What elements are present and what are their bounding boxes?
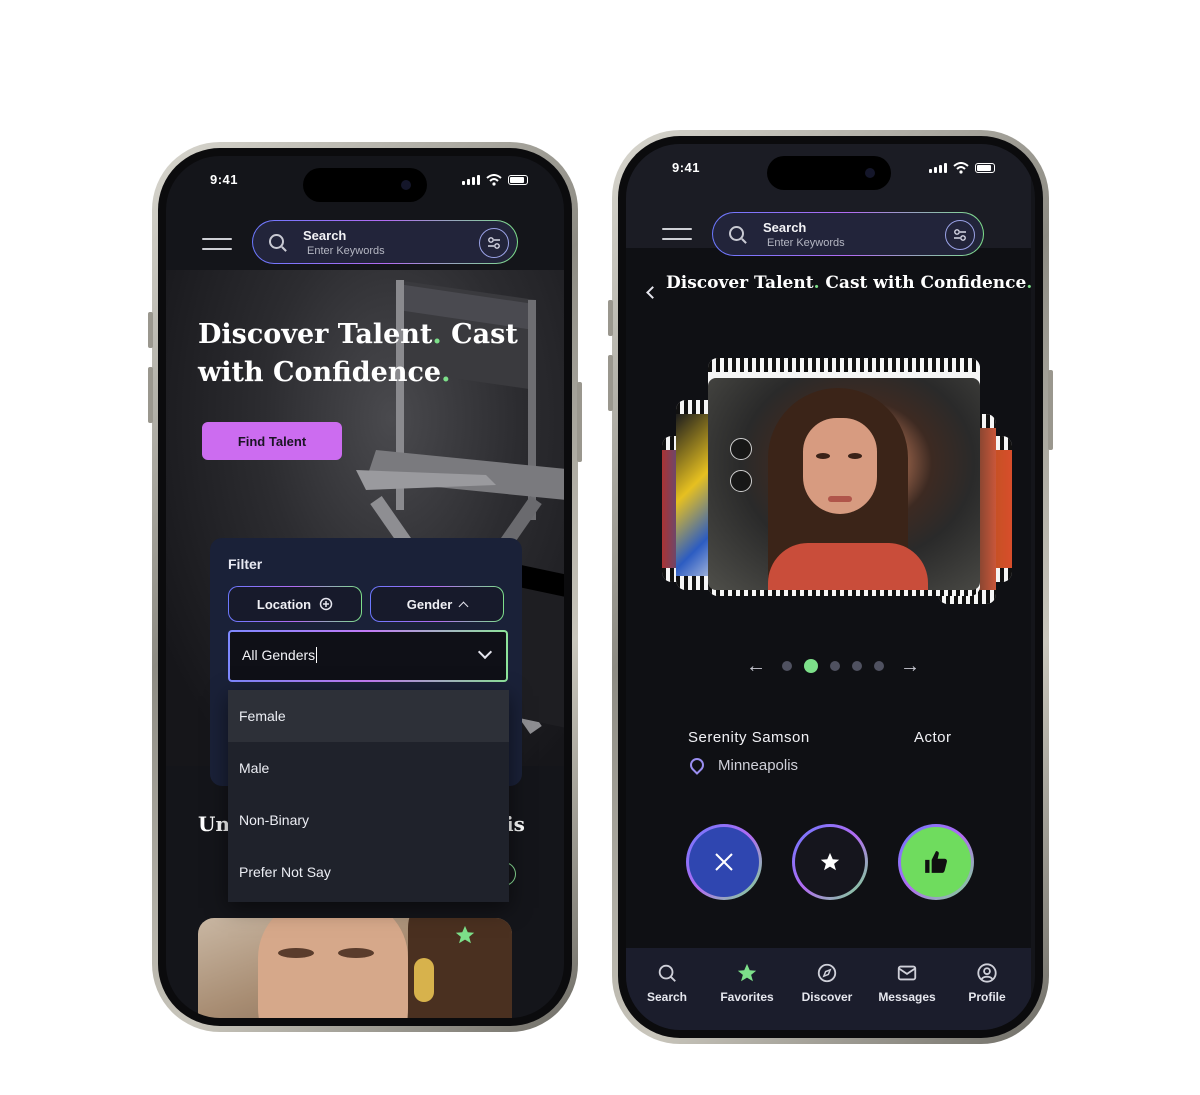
video-icon[interactable] [730,438,752,460]
search-placeholder: Enter Keywords [307,245,385,257]
tab-profile-label: Profile [968,990,1006,1004]
filter-settings-button[interactable] [945,220,975,250]
search-label: Search [763,220,807,235]
talent-name: Serenity Samson [688,729,810,746]
dynamic-island [303,168,427,202]
gender-chip[interactable]: Gender [370,586,504,622]
status-bar: 9:41 [166,156,564,202]
menu-icon[interactable] [202,238,232,252]
wifi-icon [953,162,969,174]
star-icon [820,852,840,871]
star-icon [737,963,757,982]
dynamic-island [767,156,891,190]
tab-search-label: Search [646,990,688,1004]
phone-home: 9:41 Search Enter Keywords Discover Tale… [148,142,582,1032]
talent-location: Minneapolis [718,757,799,774]
status-time: 9:41 [210,172,239,187]
hero-title: Discover Talent. Cast with Confidence. [198,319,518,388]
talent-card-image[interactable] [198,918,512,1018]
thumbs-up-icon [925,851,947,873]
search-bar[interactable]: Search Enter Keywords [252,220,518,264]
battery-icon [975,163,995,173]
like-button[interactable] [898,824,974,900]
carousel-dot[interactable] [852,661,862,671]
carousel-dot[interactable] [874,661,884,671]
tab-messages-label: Messages [878,990,936,1004]
section-title-left: Un [198,812,230,836]
carousel-dots [782,659,884,673]
gender-dropdown-menu: Female Male Non-Binary Prefer Not Say [228,690,509,902]
search-icon [269,234,284,249]
dropdown-option-non-binary[interactable]: Non-Binary [228,794,509,846]
user-icon [977,963,997,983]
menu-icon[interactable] [662,228,692,242]
search-bar[interactable]: Search Enter Keywords [712,212,984,256]
favorite-star-icon[interactable] [454,924,476,946]
search-icon [729,226,744,241]
sliders-icon [954,229,966,241]
tab-favorites-label: Favorites [720,990,774,1004]
chevron-down-icon [477,644,493,660]
tab-search[interactable]: Search [632,962,702,1004]
status-icons [462,174,528,186]
mail-icon [897,965,917,981]
location-target-icon [319,597,333,611]
location-chip-label: Location [256,596,312,612]
gender-select[interactable]: All Genders [228,630,508,682]
carousel-dot[interactable] [830,661,840,671]
chevron-up-icon [458,601,469,611]
arrow-left-icon[interactable]: ← [746,656,766,676]
status-time: 9:41 [672,160,701,175]
tab-favorites[interactable]: Favorites [712,962,782,1004]
wifi-icon [486,174,502,186]
gender-select-value: All Genders [242,647,316,663]
tab-discover[interactable]: Discover [792,962,862,1004]
talent-role: Actor [914,729,952,746]
carousel-dot[interactable] [782,661,792,671]
compass-icon [817,963,837,983]
battery-icon [508,175,528,185]
filter-settings-button[interactable] [479,228,509,258]
dropdown-option-prefer-not-say[interactable]: Prefer Not Say [228,846,509,898]
search-placeholder: Enter Keywords [767,237,845,249]
carousel-dot-active[interactable] [804,659,818,673]
carousel-nav: ← → [746,656,946,676]
arrow-right-icon[interactable]: → [900,656,920,676]
signal-icon [929,163,947,173]
reject-button[interactable] [686,824,762,900]
search-icon [658,964,676,982]
discover-title: Discover Talent. Cast with Confidence. [666,273,1033,293]
search-label: Search [303,228,347,243]
find-talent-button[interactable]: Find Talent [202,422,342,460]
user-icon[interactable] [730,470,752,492]
tab-discover-label: Discover [801,990,853,1004]
close-icon [715,853,733,871]
sliders-icon [488,237,500,249]
tab-messages[interactable]: Messages [872,962,942,1004]
filter-title: Filter [228,556,263,572]
discover-screen: 9:41 Search Enter Keywords Discover Tale… [626,144,1035,1030]
dropdown-option-female[interactable]: Female [228,690,509,742]
status-bar: 9:41 [626,144,1035,190]
tab-profile[interactable]: Profile [952,962,1022,1004]
dropdown-option-male[interactable]: Male [228,742,509,794]
bottom-tab-bar: Search Favorites Discover Messages Profi… [626,948,1031,1030]
signal-icon [462,175,480,185]
home-screen: 9:41 Search Enter Keywords Discover Tale… [166,156,564,1018]
favorite-button[interactable] [792,824,868,900]
status-icons [929,162,995,174]
phone-discover: 9:41 Search Enter Keywords Discover Tale… [608,130,1053,1044]
location-chip[interactable]: Location [228,586,362,622]
gender-chip-label: Gender [406,596,453,612]
